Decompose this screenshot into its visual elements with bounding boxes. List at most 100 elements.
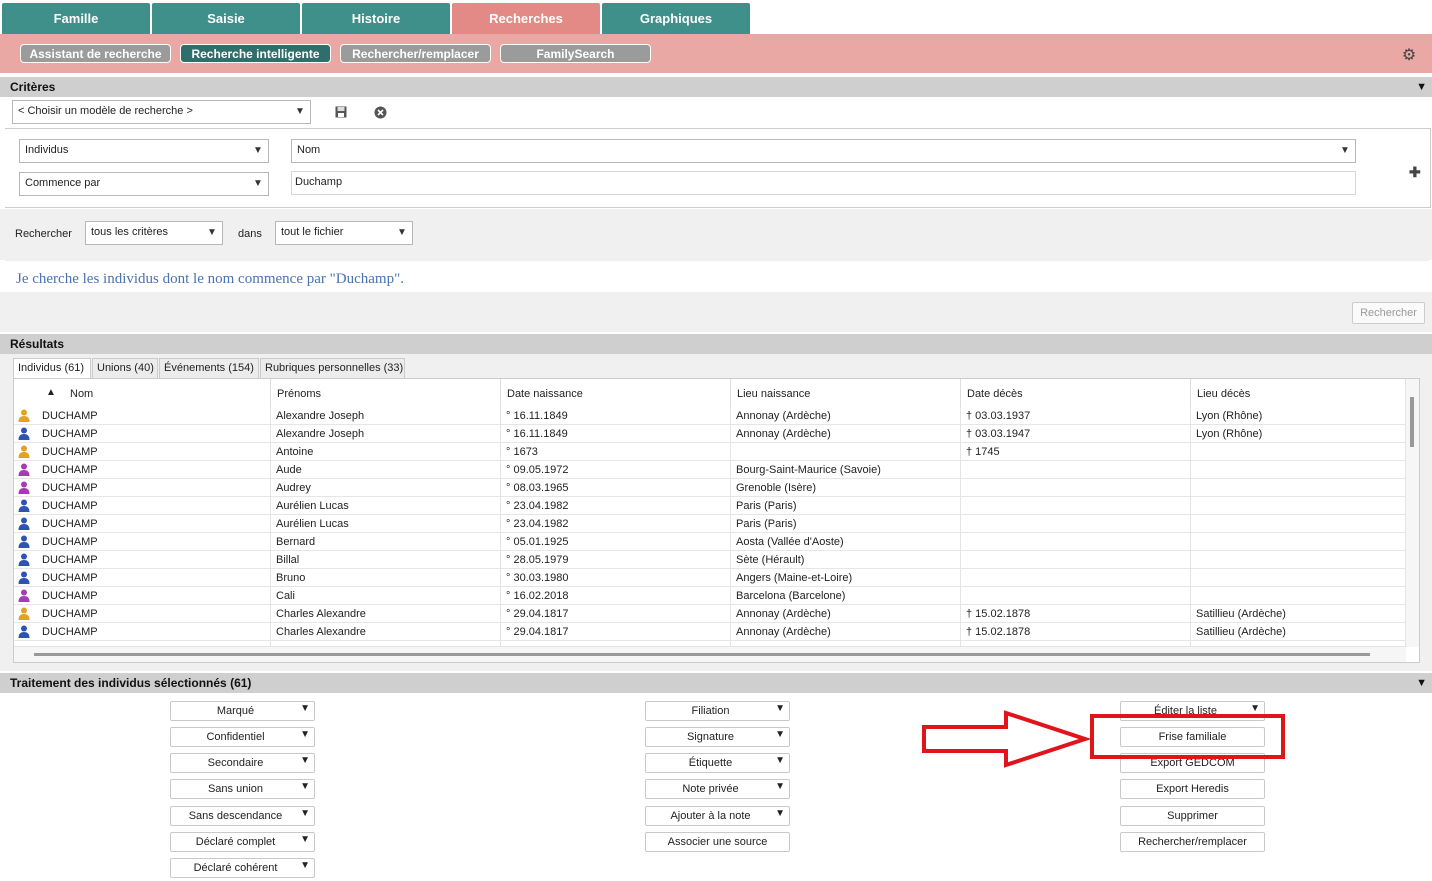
person-icon <box>18 499 30 512</box>
tab-rubriques[interactable]: Rubriques personnelles (33) <box>260 358 405 378</box>
cell-date-naissance: ° 1673 <box>506 446 538 458</box>
cell-lieu-deces: Satillieu (Ardèche) <box>1196 608 1286 620</box>
person-icon <box>18 463 30 476</box>
cell-prenoms: Antoine <box>276 446 314 458</box>
cell-nom: DUCHAMP <box>42 590 98 602</box>
table-row[interactable]: DUCHAMP Bruno ° 30.03.1980 Angers (Maine-et… <box>14 569 1406 587</box>
column-date-deces[interactable]: Date décès <box>960 379 1190 407</box>
subtab-rechercher-remplacer[interactable]: Rechercher/remplacer <box>340 44 491 63</box>
operator-select[interactable]: Commence par ▼ <box>19 172 269 196</box>
vertical-scrollbar[interactable] <box>1405 379 1419 647</box>
table-row[interactable]: DUCHAMP Alexandre Joseph ° 16.11.1849 Annon… <box>14 425 1406 443</box>
gear-icon[interactable]: ⚙ <box>1400 47 1418 65</box>
action-supprimer[interactable]: Supprimer <box>1120 806 1265 826</box>
cell-date-naissance: ° 08.03.1965 <box>506 482 569 494</box>
column-lieu-naissance[interactable]: Lieu naissance <box>730 379 960 407</box>
action-signature[interactable]: Signature ▼ <box>645 727 790 747</box>
table-row[interactable]: DUCHAMP Aurélien Lucas ° 23.04.1982 Paris (… <box>14 515 1406 533</box>
sort-up-icon[interactable]: ▲ <box>46 387 56 398</box>
subtab-assistant[interactable]: Assistant de recherche <box>20 44 171 63</box>
search-button[interactable]: Rechercher <box>1352 302 1425 324</box>
criteria-title: Critères <box>10 80 56 94</box>
value-input[interactable]: Duchamp <box>291 171 1356 195</box>
cell-prenoms: Aude <box>276 464 302 476</box>
action-confidentiel[interactable]: Confidentiel ▼ <box>170 727 315 747</box>
tab-famille[interactable]: Famille <box>2 3 150 34</box>
action-etiquette[interactable]: Étiquette ▼ <box>645 753 790 773</box>
table-row[interactable]: DUCHAMP Aude ° 09.05.1972 Bourg-Saint-Mauri… <box>14 461 1406 479</box>
action-secondaire[interactable]: Secondaire ▼ <box>170 753 315 773</box>
column-date-naissance[interactable]: Date naissance <box>500 379 730 407</box>
tab-graphiques[interactable]: Graphiques <box>602 3 750 34</box>
column-lieu-deces[interactable]: Lieu décès <box>1190 379 1406 407</box>
action-filiation[interactable]: Filiation ▼ <box>645 701 790 721</box>
column-prenoms[interactable]: Prénoms <box>270 379 500 407</box>
add-criterion-icon[interactable]: ✚ <box>1409 164 1421 181</box>
table-row[interactable]: DUCHAMP Antoine ° 1673 † 1745 <box>14 443 1406 461</box>
action-label: Signature <box>686 731 735 743</box>
chevron-down-icon: ▼ <box>207 227 217 238</box>
table-row[interactable]: DUCHAMP Alexandre Joseph ° 16.11.1849 Annon… <box>14 407 1406 425</box>
action-declare-coherent[interactable]: Déclaré cohérent ▼ <box>170 858 315 878</box>
action-rechercher-remplacer[interactable]: Rechercher/remplacer <box>1120 832 1265 852</box>
clear-icon[interactable] <box>374 106 387 119</box>
field-select[interactable]: Nom ▼ <box>291 139 1356 163</box>
action-marque[interactable]: Marqué ▼ <box>170 701 315 721</box>
dans-label: dans <box>238 228 262 240</box>
chevron-down-icon[interactable]: ▼ <box>1416 77 1427 97</box>
tab-recherches[interactable]: Recherches <box>452 3 600 34</box>
tab-saisie[interactable]: Saisie <box>152 3 300 34</box>
action-label: Déclaré complet <box>195 836 276 848</box>
table-row[interactable]: DUCHAMP Charles Alexandre ° 29.04.1817 Anno… <box>14 623 1406 641</box>
chevron-down-icon: ▼ <box>300 808 310 819</box>
tab-unions[interactable]: Unions (40) <box>92 358 158 378</box>
action-label: Confidentiel <box>206 731 265 743</box>
table-row[interactable]: DUCHAMP Charles Alexandre ° 29.04.1817 Anno… <box>14 605 1406 623</box>
template-select[interactable]: < Choisir un modèle de recherche > ▼ <box>12 100 311 124</box>
table-row[interactable]: DUCHAMP Cali ° 16.02.2018 Barcelona (Barcel… <box>14 587 1406 605</box>
action-ajouter-note[interactable]: Ajouter à la note ▼ <box>645 806 790 826</box>
column-nom[interactable]: Nom <box>64 379 271 407</box>
cell-date-naissance: ° 28.05.1979 <box>506 554 569 566</box>
criteria-header[interactable]: Critères ▼ <box>0 77 1432 97</box>
tab-evenements[interactable]: Événements (154) <box>159 358 259 378</box>
search-button-area <box>0 292 1432 332</box>
tab-individus[interactable]: Individus (61) <box>13 358 91 379</box>
person-icon <box>18 535 30 548</box>
scope-select[interactable]: tous les critères ▼ <box>85 221 223 245</box>
action-note-privee[interactable]: Note privée ▼ <box>645 779 790 799</box>
cell-prenoms: Charles Alexandre <box>276 626 366 638</box>
search-label: Rechercher <box>15 228 72 240</box>
tab-histoire[interactable]: Histoire <box>302 3 450 34</box>
horizontal-scrollbar[interactable] <box>14 646 1406 662</box>
save-icon[interactable] <box>335 106 347 118</box>
chevron-down-icon[interactable]: ▼ <box>1416 673 1427 693</box>
action-export-heredis[interactable]: Export Heredis <box>1120 779 1265 799</box>
table-row[interactable]: DUCHAMP Bernard ° 05.01.1925 Aosta (Vallée … <box>14 533 1406 551</box>
action-sans-descendance[interactable]: Sans descendance ▼ <box>170 806 315 826</box>
action-associer-source[interactable]: Associer une source <box>645 832 790 852</box>
cell-date-naissance: ° 23.04.1982 <box>506 500 569 512</box>
treatment-header[interactable]: Traitement des individus sélectionnés (6… <box>0 673 1432 693</box>
action-sans-union[interactable]: Sans union ▼ <box>170 779 315 799</box>
chevron-down-icon: ▼ <box>775 755 785 766</box>
table-row[interactable]: DUCHAMP Audrey ° 08.03.1965 Grenoble (Isère… <box>14 479 1406 497</box>
action-declare-complet[interactable]: Déclaré complet ▼ <box>170 832 315 852</box>
cell-date-naissance: ° 16.02.2018 <box>506 590 569 602</box>
subtab-recherche-intelligente[interactable]: Recherche intelligente <box>180 44 331 63</box>
table-row[interactable]: DUCHAMP Billal ° 28.05.1979 Sète (Hérault) <box>14 551 1406 569</box>
chevron-down-icon: ▼ <box>775 808 785 819</box>
cell-nom: DUCHAMP <box>42 410 98 422</box>
file-select[interactable]: tout le fichier ▼ <box>275 221 413 245</box>
person-icon <box>18 481 30 494</box>
arrow-right-icon <box>922 710 1090 768</box>
cell-date-deces: † 1745 <box>966 446 1000 458</box>
entity-select[interactable]: Individus ▼ <box>19 139 269 163</box>
cell-nom: DUCHAMP <box>42 554 98 566</box>
subtab-familysearch[interactable]: FamilySearch <box>500 44 651 63</box>
chevron-down-icon: ▼ <box>775 781 785 792</box>
table-row[interactable]: DUCHAMP Aurélien Lucas ° 23.04.1982 Paris (… <box>14 497 1406 515</box>
chevron-down-icon: ▼ <box>300 755 310 766</box>
scope-select-value: tous les critères <box>91 226 169 238</box>
cell-prenoms: Charles Alexandre <box>276 608 366 620</box>
